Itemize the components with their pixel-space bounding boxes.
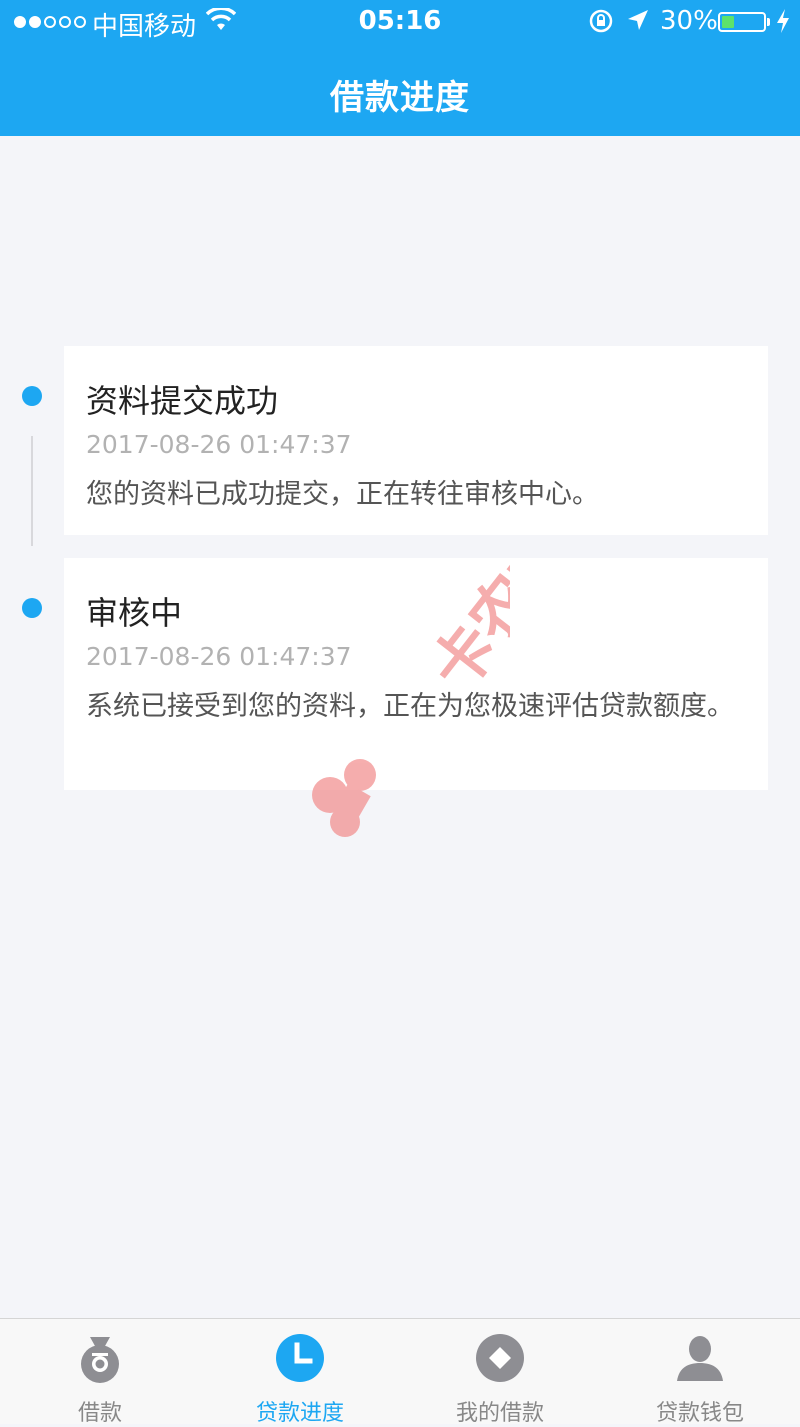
- page-title: 借款进度: [330, 78, 470, 118]
- tab-bar: 借款 贷款进度 我的借款 贷款钱包: [0, 1318, 800, 1426]
- timeline-card-description: 系统已接受到您的资料，正在为您极速评估贷款额度。: [86, 691, 734, 722]
- nav-header: 中国移动 05:16 30% 借款进度: [0, 0, 800, 136]
- charging-bolt-icon: [777, 9, 789, 33]
- diamond-icon: [476, 1334, 524, 1382]
- tab-label: 贷款进度: [255, 1401, 344, 1426]
- timeline-card-reviewing: 审核中 2017-08-26 01:47:37 系统已接受到您的资料，正在为您极…: [64, 558, 768, 790]
- tab-label: 借款: [77, 1401, 122, 1426]
- timeline-dot: [22, 598, 42, 618]
- battery-percent: 30%: [660, 6, 718, 36]
- timeline-card-title: 资料提交成功: [86, 382, 279, 420]
- timeline-card-description: 您的资料已成功提交，正在转往审核中心。: [86, 479, 599, 510]
- tab-loan-progress[interactable]: 贷款进度: [200, 1319, 400, 1426]
- timeline-dot: [22, 386, 42, 406]
- status-bar: 中国移动 05:16 30%: [0, 0, 800, 44]
- battery-icon: [718, 12, 770, 32]
- tab-borrow[interactable]: 借款: [0, 1319, 200, 1426]
- person-icon: [677, 1336, 723, 1381]
- timeline-card-submitted: 资料提交成功 2017-08-26 01:47:37 您的资料已成功提交，正在转…: [64, 346, 768, 535]
- tab-my-loans[interactable]: 我的借款: [400, 1319, 600, 1426]
- location-arrow-icon: [628, 10, 648, 30]
- clock-icon: [276, 1334, 324, 1382]
- timeline-connector: [31, 436, 33, 546]
- timeline-card-title: 审核中: [86, 594, 183, 632]
- timeline-card-time: 2017-08-26 01:47:37: [86, 642, 352, 671]
- tab-loan-wallet[interactable]: 贷款钱包: [600, 1319, 800, 1426]
- money-bag-icon: [81, 1337, 119, 1383]
- timeline-card-time: 2017-08-26 01:47:37: [86, 430, 352, 459]
- tab-label: 贷款钱包: [655, 1401, 744, 1426]
- tab-label: 我的借款: [455, 1401, 544, 1426]
- rotation-lock-icon: [589, 9, 613, 33]
